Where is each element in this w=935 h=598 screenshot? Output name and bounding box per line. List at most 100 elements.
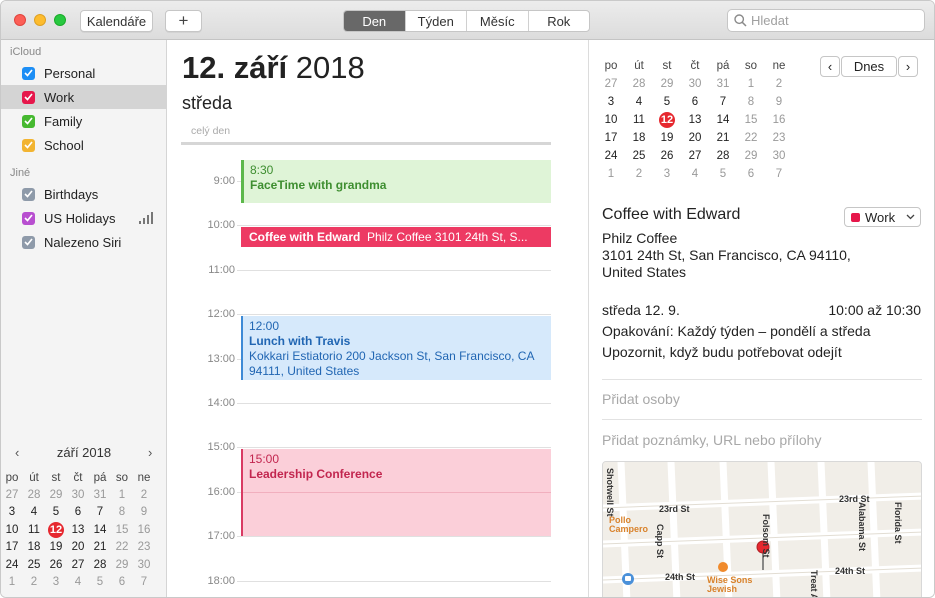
day-cell[interactable]: 31 <box>89 489 111 501</box>
day-cell[interactable]: 6 <box>681 96 709 108</box>
close-window-button[interactable] <box>14 14 26 26</box>
day-cell[interactable]: 28 <box>625 78 653 90</box>
day-cell[interactable]: 29 <box>45 489 67 501</box>
day-cell[interactable]: 1 <box>737 78 765 90</box>
day-cell[interactable]: 30 <box>67 489 89 501</box>
day-cell[interactable]: 15 <box>111 524 133 536</box>
day-cell[interactable]: 3 <box>597 96 625 108</box>
location-map[interactable]: 23rd St 23rd St 24th St 24th St Capp St Folso… <box>602 461 922 597</box>
day-cell[interactable]: 8 <box>737 96 765 108</box>
day-cell[interactable]: 21 <box>89 541 111 553</box>
day-cell[interactable]: 11 <box>23 524 45 536</box>
day-cell[interactable]: 12 <box>653 112 681 128</box>
day-cell[interactable]: 2 <box>23 576 45 588</box>
add-people-field[interactable]: Přidat osoby <box>602 391 680 407</box>
day-cell[interactable]: 18 <box>23 541 45 553</box>
day-cell[interactable]: 14 <box>89 524 111 536</box>
day-cell[interactable]: 30 <box>765 150 793 162</box>
calendars-button[interactable]: Kalendáře <box>80 10 153 32</box>
day-cell[interactable]: 4 <box>23 506 45 518</box>
day-cell[interactable]: 27 <box>1 489 23 501</box>
event-facetime-grandma[interactable]: 8:30 FaceTime with grandma <box>241 160 551 203</box>
minimize-window-button[interactable] <box>34 14 46 26</box>
day-cell[interactable]: 3 <box>45 576 67 588</box>
checkbox-icon[interactable] <box>22 235 35 249</box>
day-cell[interactable]: 1 <box>597 168 625 180</box>
day-cell[interactable]: 23 <box>765 132 793 144</box>
day-cell[interactable]: 12 <box>45 521 67 538</box>
view-month-button[interactable]: Měsíc <box>466 11 528 31</box>
next-day-button[interactable]: › <box>898 56 918 77</box>
day-cell[interactable]: 2 <box>765 78 793 90</box>
prev-day-button[interactable]: ‹ <box>820 56 840 77</box>
event-lunch-travis[interactable]: 12:00 Lunch with Travis Kokkari Estiator… <box>241 316 551 380</box>
day-cell[interactable]: 20 <box>67 541 89 553</box>
event-title[interactable]: Coffee with Edward <box>602 206 740 224</box>
day-cell[interactable]: 11 <box>625 114 653 126</box>
add-notes-field[interactable]: Přidat poznámky, URL nebo přílohy <box>602 432 821 448</box>
day-cell[interactable]: 25 <box>625 150 653 162</box>
day-cell[interactable]: 26 <box>653 150 681 162</box>
calendar-item-us-holidays[interactable]: US Holidays <box>1 206 167 230</box>
day-cell[interactable]: 1 <box>111 489 133 501</box>
today-button[interactable]: Dnes <box>841 56 897 77</box>
day-cell[interactable]: 16 <box>133 524 155 536</box>
day-cell[interactable]: 7 <box>133 576 155 588</box>
today-marker[interactable]: 12 <box>48 521 64 538</box>
checkbox-icon[interactable] <box>22 138 35 152</box>
day-cell[interactable]: 29 <box>737 150 765 162</box>
day-cell[interactable]: 4 <box>625 96 653 108</box>
event-coffee-edward[interactable]: Coffee with Edward Philz Coffee 3101 24t… <box>241 227 551 247</box>
event-leadership-conference[interactable]: 15:00 Leadership Conference <box>241 449 551 536</box>
day-cell[interactable]: 29 <box>111 559 133 571</box>
calendar-item-birthdays[interactable]: Birthdays <box>1 182 167 206</box>
day-cell[interactable]: 28 <box>89 559 111 571</box>
day-cell[interactable]: 2 <box>625 168 653 180</box>
view-day-button[interactable]: Den <box>344 11 405 31</box>
day-cell[interactable]: 22 <box>737 132 765 144</box>
day-cell[interactable]: 29 <box>653 78 681 90</box>
day-cell[interactable]: 30 <box>681 78 709 90</box>
day-cell[interactable]: 15 <box>737 114 765 126</box>
chevron-right-icon[interactable]: › <box>148 445 152 460</box>
calendar-popup[interactable]: Work <box>844 207 921 227</box>
day-cell[interactable]: 26 <box>45 559 67 571</box>
day-cell[interactable]: 25 <box>23 559 45 571</box>
zoom-window-button[interactable] <box>54 14 66 26</box>
checkbox-icon[interactable] <box>22 90 35 104</box>
day-cell[interactable]: 31 <box>709 78 737 90</box>
day-cell[interactable]: 17 <box>597 132 625 144</box>
day-cell[interactable]: 8 <box>111 506 133 518</box>
day-cell[interactable]: 7 <box>709 96 737 108</box>
day-cell[interactable]: 5 <box>45 506 67 518</box>
day-cell[interactable]: 27 <box>67 559 89 571</box>
day-cell[interactable]: 5 <box>709 168 737 180</box>
day-cell[interactable]: 28 <box>23 489 45 501</box>
calendar-item-personal[interactable]: Personal <box>1 61 167 85</box>
calendar-item-family[interactable]: Family <box>1 109 167 133</box>
event-address-line1[interactable]: 3101 24th St, San Francisco, CA 94110, <box>602 247 851 264</box>
day-cell[interactable]: 1 <box>1 576 23 588</box>
day-cell[interactable]: 19 <box>653 132 681 144</box>
day-cell[interactable]: 9 <box>765 96 793 108</box>
event-date[interactable]: středa 12. 9. <box>602 302 680 319</box>
day-cell[interactable]: 10 <box>597 114 625 126</box>
add-event-button[interactable]: + <box>165 10 202 32</box>
day-cell[interactable]: 6 <box>67 506 89 518</box>
day-cell[interactable]: 3 <box>653 168 681 180</box>
day-cell[interactable]: 13 <box>67 524 89 536</box>
calendar-item-nalezeno-siri[interactable]: Nalezeno Siri <box>1 230 167 254</box>
checkbox-icon[interactable] <box>22 66 35 80</box>
calendar-item-work[interactable]: Work <box>1 85 167 109</box>
event-location-name[interactable]: Philz Coffee <box>602 230 677 247</box>
day-cell[interactable]: 21 <box>709 132 737 144</box>
day-cell[interactable]: 7 <box>765 168 793 180</box>
day-cell[interactable]: 27 <box>681 150 709 162</box>
event-repeat[interactable]: Opakování: Každý týden – pondělí a střed… <box>602 323 871 340</box>
day-cell[interactable]: 24 <box>1 559 23 571</box>
day-cell[interactable]: 6 <box>111 576 133 588</box>
event-alert[interactable]: Upozornit, když budu potřebovat odejít <box>602 344 842 361</box>
day-cell[interactable]: 22 <box>111 541 133 553</box>
checkbox-icon[interactable] <box>22 114 35 128</box>
view-week-button[interactable]: Týden <box>404 11 467 31</box>
